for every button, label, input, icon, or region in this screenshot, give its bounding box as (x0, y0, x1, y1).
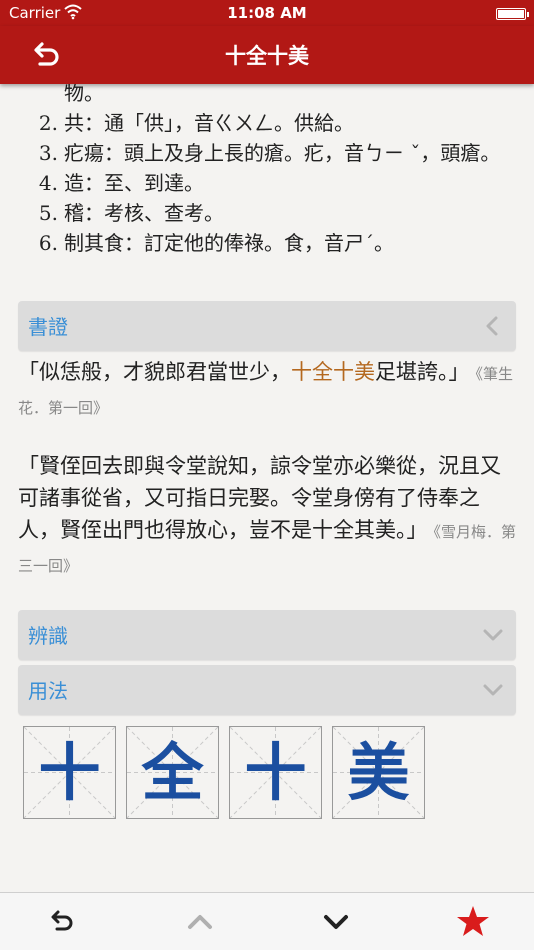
notes-list: 物。 2. 共：通「供」，音ㄍㄨㄥ。供給。 3. 疕瘍：頭上及身上長的瘡。疕，音ㄅㄧ… (18, 84, 518, 258)
note-item: 2. 共：通「供」，音ㄍㄨㄥ。供給。 (38, 111, 354, 135)
character-box[interactable]: 十 (23, 726, 116, 819)
status-bar: Carrier 11:08 AM (0, 0, 534, 26)
note-item: 物。 (64, 84, 104, 105)
section-label: 辨識 (28, 624, 68, 648)
character-glyph: 十 (244, 736, 307, 809)
bottom-toolbar (0, 892, 534, 950)
character-box[interactable]: 美 (332, 726, 425, 819)
character-box[interactable]: 全 (126, 726, 219, 819)
section-label: 書證 (28, 315, 68, 339)
nav-bar: 十全十美 (0, 26, 534, 84)
entry-content: 物。 2. 共：通「供」，音ㄍㄨㄥ。供給。 3. 疕瘍：頭上及身上長的瘡。疕，音ㄅㄧ… (0, 84, 534, 892)
page-title: 十全十美 (225, 44, 309, 68)
character-box[interactable]: 十 (229, 726, 322, 819)
citation-quote: 「賢侄回去即與令堂說知，諒令堂亦必樂從，況且又可諸事從省，又可指日完娶。令堂身傍… (18, 454, 517, 575)
note-item: 4. 造：至、到達。 (38, 171, 204, 195)
chevron-left-icon (486, 316, 498, 336)
chevron-down-icon (483, 684, 503, 696)
section-shuzheng[interactable]: 書證 (18, 301, 516, 351)
back-icon[interactable] (48, 909, 76, 935)
headword-highlight: 十全十美 (291, 360, 375, 384)
section-yongfa[interactable]: 用法 (18, 665, 516, 715)
note-item: 6. 制其食：訂定他的俸祿。食，音ㄕˊ。 (38, 231, 394, 255)
chevron-down-icon[interactable] (322, 909, 350, 935)
status-time: 11:08 AM (227, 4, 307, 22)
character-glyph: 美 (347, 736, 410, 809)
section-label: 用法 (28, 679, 68, 703)
chevron-up-icon[interactable] (186, 909, 214, 935)
character-glyph: 十 (38, 736, 101, 809)
section-bianshi[interactable]: 辨識 (18, 610, 516, 660)
chevron-down-icon (483, 629, 503, 641)
citation-quote: 「似恁般，才貌郎君當世少，十全十美足堪誇。」 《筆生花．第一回》 (18, 360, 514, 417)
star-icon[interactable] (456, 905, 490, 937)
battery-icon (496, 8, 529, 20)
character-glyph: 全 (141, 736, 204, 809)
stroke-character-row: 十 全 十 美 (23, 726, 425, 819)
note-item: 3. 疕瘍：頭上及身上長的瘡。疕，音ㄅㄧ ˇ，頭瘡。 (38, 141, 501, 165)
note-item: 5. 稽：考核、查考。 (38, 201, 224, 225)
